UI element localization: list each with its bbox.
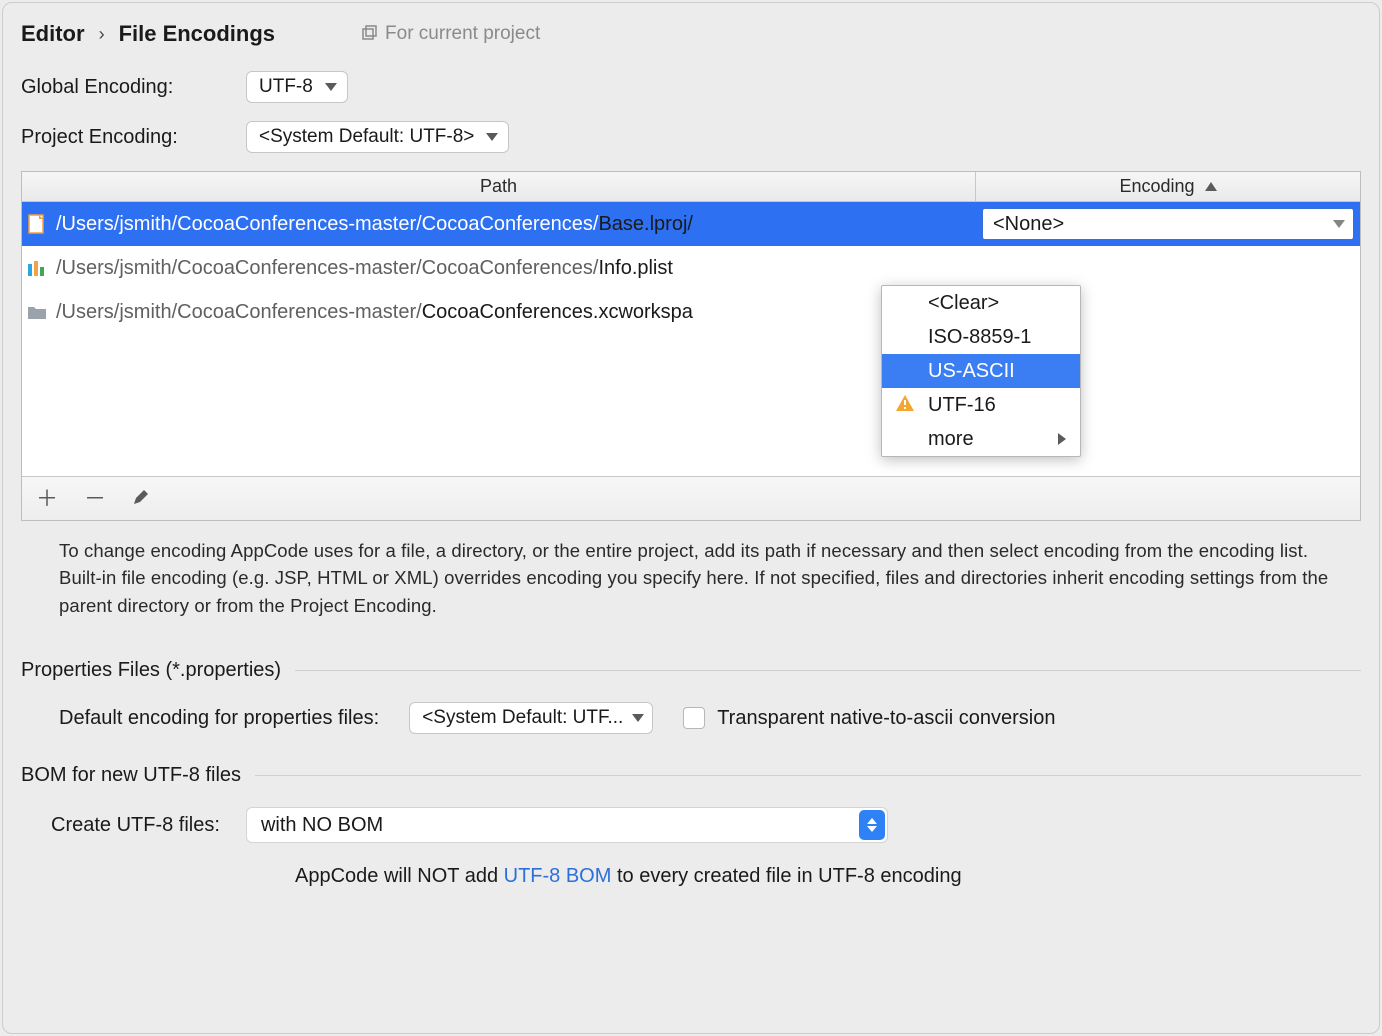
- breadcrumb: Editor › File Encodings For current proj…: [21, 21, 1361, 47]
- settings-panel: Editor › File Encodings For current proj…: [2, 2, 1380, 1034]
- chevron-down-icon: [486, 133, 498, 141]
- properties-encoding-label: Default encoding for properties files:: [59, 707, 379, 730]
- folder-icon: [26, 304, 48, 320]
- global-encoding-dropdown[interactable]: UTF-8: [246, 71, 348, 103]
- transparent-native-ascii-checkbox[interactable]: [683, 707, 705, 729]
- popup-item-label: UTF-16: [928, 394, 996, 417]
- bom-section-title: BOM for new UTF-8 files: [21, 764, 241, 787]
- stepper-icon: [859, 810, 885, 840]
- table-row[interactable]: /Users/jsmith/CocoaConferences-master/Co…: [22, 246, 1360, 290]
- breadcrumb-parent[interactable]: Editor: [21, 21, 85, 47]
- create-utf8-label: Create UTF-8 files:: [51, 814, 220, 837]
- popup-item-utf16[interactable]: UTF-16: [882, 388, 1080, 422]
- popup-item-label: <Clear>: [928, 292, 999, 315]
- sort-ascending-icon: [1205, 182, 1217, 191]
- project-scope-icon: [361, 25, 379, 43]
- chevron-down-icon: [632, 714, 644, 722]
- create-utf8-select[interactable]: with NO BOM: [246, 807, 888, 843]
- scope-indicator: For current project: [361, 23, 540, 45]
- add-button[interactable]: ＋: [36, 488, 58, 510]
- create-utf8-value: with NO BOM: [261, 814, 383, 837]
- global-encoding-label: Global Encoding:: [21, 76, 246, 99]
- chevron-down-icon: [325, 83, 337, 91]
- help-text: To change encoding AppCode uses for a fi…: [21, 521, 1361, 629]
- popup-item-more[interactable]: more: [882, 422, 1080, 456]
- storyboard-file-icon: [26, 214, 48, 234]
- row-path: /Users/jsmith/CocoaConferences-master/Co…: [56, 257, 673, 280]
- table-row[interactable]: /Users/jsmith/CocoaConferences-master/Co…: [22, 202, 1360, 246]
- row-encoding-field[interactable]: <None>: [982, 208, 1354, 240]
- project-encoding-dropdown[interactable]: <System Default: UTF-8>: [246, 121, 509, 153]
- bom-section-header: BOM for new UTF-8 files: [21, 764, 1361, 787]
- table-body: /Users/jsmith/CocoaConferences-master/Co…: [22, 202, 1360, 476]
- scope-label: For current project: [385, 23, 540, 45]
- bom-note: AppCode will NOT add UTF-8 BOM to every …: [21, 865, 1361, 888]
- table-header: Path Encoding: [22, 172, 1360, 202]
- project-encoding-label: Project Encoding:: [21, 126, 246, 149]
- edit-button[interactable]: [132, 488, 150, 510]
- bom-note-post: to every created file in UTF-8 encoding: [611, 865, 961, 887]
- project-encoding-value: <System Default: UTF-8>: [259, 126, 474, 148]
- row-path: /Users/jsmith/CocoaConferences-master/Co…: [56, 213, 693, 236]
- warning-icon: [896, 394, 914, 417]
- properties-section-title: Properties Files (*.properties): [21, 659, 281, 682]
- utf8-bom-link[interactable]: UTF-8 BOM: [504, 865, 612, 887]
- properties-encoding-value: <System Default: UTF...: [422, 707, 623, 729]
- divider-line: [295, 670, 1361, 671]
- table-row[interactable]: /Users/jsmith/CocoaConferences-master/Co…: [22, 290, 1360, 334]
- encoding-table: Path Encoding /Users/jsmith/CocoaConfere…: [21, 171, 1361, 521]
- global-encoding-value: UTF-8: [259, 76, 313, 98]
- popup-item-usascii[interactable]: US-ASCII: [882, 354, 1080, 388]
- breadcrumb-current: File Encodings: [119, 21, 275, 47]
- plist-file-icon: [26, 259, 48, 277]
- row-path: /Users/jsmith/CocoaConferences-master/Co…: [56, 301, 693, 324]
- divider-line: [255, 775, 1361, 776]
- transparent-native-ascii-label: Transparent native-to-ascii conversion: [717, 707, 1055, 730]
- popup-item-iso[interactable]: ISO-8859-1: [882, 320, 1080, 354]
- chevron-down-icon: [1333, 220, 1345, 228]
- row-encoding-value: <None>: [993, 213, 1064, 236]
- encoding-popup: <Clear> ISO-8859-1 US-ASCII UTF-16 more: [881, 285, 1081, 457]
- column-header-path[interactable]: Path: [22, 172, 976, 201]
- bom-note-pre: AppCode will NOT add: [295, 865, 504, 887]
- properties-section-header: Properties Files (*.properties): [21, 659, 1361, 682]
- column-header-encoding-label: Encoding: [1119, 176, 1194, 197]
- properties-encoding-dropdown[interactable]: <System Default: UTF...: [409, 702, 653, 734]
- remove-button[interactable]: －: [84, 488, 106, 510]
- popup-item-clear[interactable]: <Clear>: [882, 286, 1080, 320]
- popup-item-label: ISO-8859-1: [928, 326, 1031, 349]
- chevron-right-icon: [1058, 433, 1066, 445]
- column-header-encoding[interactable]: Encoding: [976, 176, 1360, 197]
- popup-item-label: more: [928, 428, 974, 451]
- table-toolbar: ＋ －: [22, 476, 1360, 520]
- chevron-right-icon: ›: [99, 24, 105, 45]
- popup-item-label: US-ASCII: [928, 360, 1015, 383]
